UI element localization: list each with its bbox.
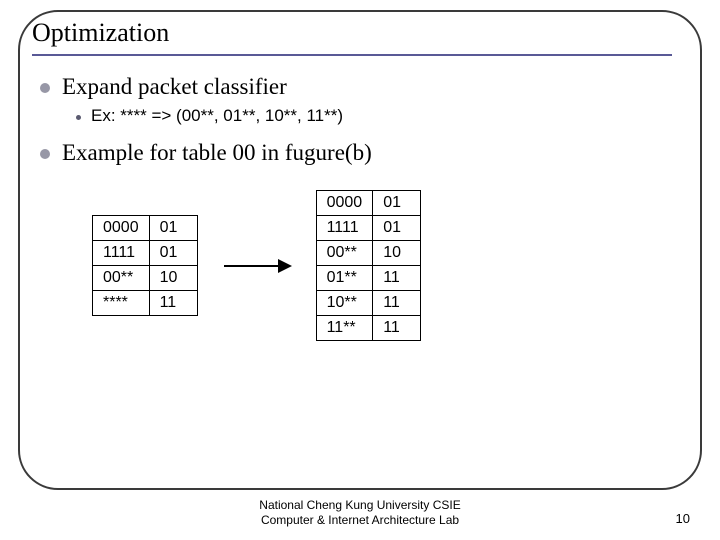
table-row: 000001 — [316, 191, 421, 216]
page-number: 10 — [676, 511, 690, 526]
table-cell: **** — [93, 291, 150, 316]
slide-title: Optimization — [32, 18, 688, 48]
table-cell: 01** — [316, 266, 373, 291]
table-cell: 01 — [149, 216, 197, 241]
table-row: 11**11 — [316, 316, 421, 341]
table-cell: 10 — [149, 266, 197, 291]
sub-bullet-text: Ex: **** => (00**, 01**, 10**, 11**) — [91, 106, 343, 126]
footer-line-2: Computer & Internet Architecture Lab — [0, 513, 720, 528]
table-row: 00**10 — [93, 266, 198, 291]
bullet-text: Example for table 00 in fugure(b) — [62, 140, 372, 166]
table-cell: 11 — [373, 266, 421, 291]
table-cell: 11 — [149, 291, 197, 316]
title-underline — [32, 54, 672, 56]
table-cell: 11 — [373, 316, 421, 341]
table-cell: 1111 — [316, 216, 373, 241]
table-cell: 11 — [373, 291, 421, 316]
table-cell: 00** — [93, 266, 150, 291]
table-row: 000001 — [93, 216, 198, 241]
table-cell: 10** — [316, 291, 373, 316]
sub-bullet-item: Ex: **** => (00**, 01**, 10**, 11**) — [76, 106, 688, 126]
table-cell: 0000 — [316, 191, 373, 216]
table-row: 00**10 — [316, 241, 421, 266]
bullet-item: Expand packet classifier — [40, 74, 688, 100]
table-cell: 01 — [373, 191, 421, 216]
table-cell: 10 — [373, 241, 421, 266]
arrow-icon — [222, 254, 292, 278]
table-left: 00000111110100**10****11 — [92, 215, 198, 316]
footer-line-1: National Cheng Kung University CSIE — [0, 498, 720, 513]
table-cell: 0000 — [93, 216, 150, 241]
table-row: 111101 — [93, 241, 198, 266]
table-right: 00000111110100**1001**1110**1111**11 — [316, 190, 422, 341]
footer: National Cheng Kung University CSIE Comp… — [0, 498, 720, 528]
table-row: ****11 — [93, 291, 198, 316]
table-cell: 01 — [149, 241, 197, 266]
table-cell: 1111 — [93, 241, 150, 266]
tables-container: 00000111110100**10****11 00000111110100*… — [92, 190, 688, 341]
table-cell: 11** — [316, 316, 373, 341]
bullet-text: Expand packet classifier — [62, 74, 287, 100]
bullet-icon — [40, 83, 50, 93]
table-row: 01**11 — [316, 266, 421, 291]
table-row: 111101 — [316, 216, 421, 241]
table-cell: 00** — [316, 241, 373, 266]
table-row: 10**11 — [316, 291, 421, 316]
slide-content: Optimization Expand packet classifier Ex… — [32, 18, 688, 480]
bullet-item: Example for table 00 in fugure(b) — [40, 140, 688, 166]
sub-bullet-icon — [76, 115, 81, 120]
bullet-icon — [40, 149, 50, 159]
table-cell: 01 — [373, 216, 421, 241]
